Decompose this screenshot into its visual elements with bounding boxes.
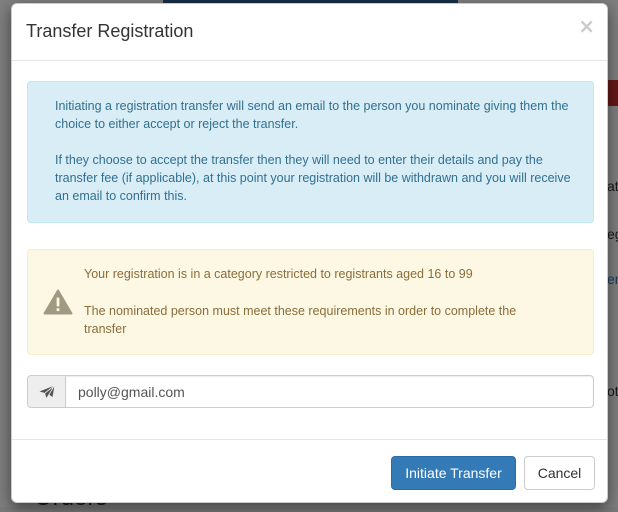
modal-header: Transfer Registration ×	[12, 4, 607, 61]
warning-triangle-icon	[43, 289, 73, 315]
warning-line: The nominated person must meet these req…	[84, 304, 517, 336]
modal-footer: Initiate Transfer Cancel	[12, 439, 607, 502]
close-button[interactable]: ×	[578, 16, 595, 36]
info-paragraph: Initiating a registration transfer will …	[55, 99, 569, 131]
transfer-registration-dialog: Transfer Registration × Initiating a reg…	[11, 3, 608, 503]
info-paragraph: If they choose to accept the transfer th…	[55, 153, 571, 203]
initiate-transfer-button[interactable]: Initiate Transfer	[391, 456, 516, 490]
cancel-button[interactable]: Cancel	[524, 456, 595, 490]
email-field[interactable]	[66, 375, 594, 408]
paper-plane-icon	[27, 375, 66, 408]
warning-line: Your registration is in a category restr…	[84, 267, 473, 281]
email-input-group	[27, 375, 594, 408]
warning-alert: Your registration is in a category restr…	[27, 249, 594, 355]
modal-title: Transfer Registration	[26, 21, 194, 41]
info-alert: Initiating a registration transfer will …	[27, 81, 594, 223]
warning-text: Your registration is in a category restr…	[84, 265, 553, 338]
